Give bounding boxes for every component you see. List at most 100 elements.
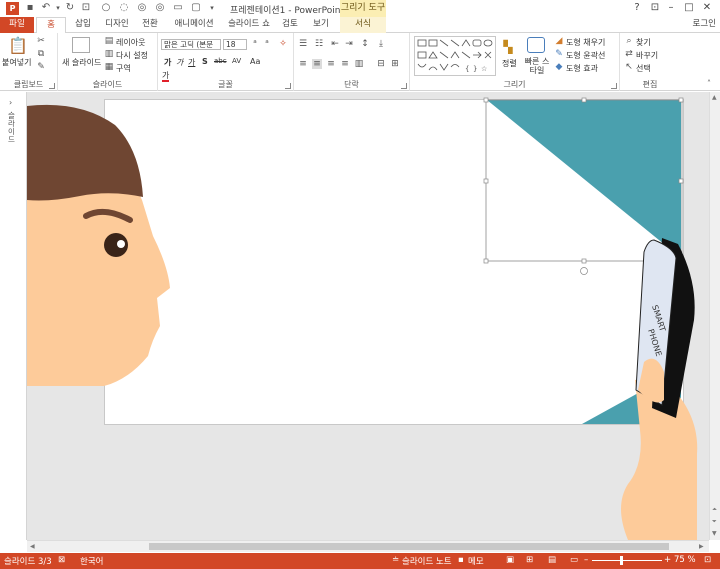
language-indicator[interactable]: 한국어 [80,555,103,567]
fit-to-window-icon[interactable]: ⊡ [704,555,711,565]
shape-outline-button[interactable]: 도형 윤곽선 [566,50,605,61]
sign-in-link[interactable]: 로그인 [693,17,716,32]
strikethrough-button[interactable]: abc [214,57,227,65]
tab-animations[interactable]: 애니메이션 [166,17,222,33]
undo-dropdown-icon[interactable]: ▾ [52,2,64,14]
align-right-icon[interactable]: ≡ [326,59,336,69]
tab-view[interactable]: 보기 [306,17,336,33]
previous-slide-icon[interactable]: ⏶ [712,506,717,514]
new-slide-button[interactable]: 새 슬라이드 [62,57,101,68]
tab-insert[interactable]: 삽입 [68,17,98,33]
scroll-left-icon[interactable]: ◀ [30,543,35,550]
find-button[interactable]: 찾기 [636,37,651,48]
zoom-in-icon[interactable]: + [664,555,671,565]
underline-button[interactable]: 가 [188,57,195,68]
quick-styles-icon[interactable] [527,37,545,53]
scroll-up-icon[interactable]: ▲ [712,94,717,101]
smartart-icon[interactable]: ⊞ [390,59,400,69]
bold-button[interactable]: 가 [164,57,171,68]
replace-icon[interactable]: ⇄ [624,49,634,59]
paste-button[interactable]: 붙여넣기 [2,57,31,68]
vertical-scrollbar[interactable]: ▲ ⏶ ⏷ ▼ [709,92,720,540]
help-icon[interactable]: ? [630,2,644,14]
collapse-ribbon-icon[interactable]: ˄ [704,79,714,89]
tab-home[interactable]: 홈 [36,17,66,34]
shape-outline-icon[interactable]: ✎ [554,49,564,59]
horizontal-scroll-thumb[interactable] [149,543,669,550]
character-spacing-button[interactable]: AV [232,57,241,65]
normal-view-icon[interactable]: ▣ [506,555,514,565]
bullets-icon[interactable]: ☰ [298,39,308,49]
arrange-icon[interactable]: ▚ [500,39,516,55]
shape-icon[interactable]: ○ [100,2,112,14]
align-left-icon[interactable]: ≡ [298,59,308,69]
horizontal-scrollbar[interactable]: ◀ ▶ [27,540,709,552]
spell-check-icon[interactable]: ⊠ [58,555,65,565]
zoom-slider[interactable] [592,560,662,561]
select-button[interactable]: 선택 [636,63,651,74]
tab-design[interactable]: 디자인 [100,17,134,33]
font-name-dropdown[interactable]: 맑은 고딕 (본문 [161,39,221,50]
comments-button[interactable]: 메모 [468,555,484,567]
shapes-icon[interactable]: ▢ [190,2,202,14]
font-size-dropdown[interactable]: 18 [223,39,247,50]
reading-view-icon[interactable]: ▤ [548,555,556,565]
layout-icon[interactable]: ▤ [104,36,114,46]
reset-button[interactable]: 다시 설정 [116,50,148,61]
ribbon-options-icon[interactable]: ⊡ [648,2,662,14]
zoom-level[interactable]: 75 % [674,555,696,565]
zoom-slider-thumb[interactable] [620,556,623,565]
columns-icon[interactable]: ▥ [354,59,364,69]
tab-slide-show[interactable]: 슬라이드 쇼 [224,17,274,33]
notes-button[interactable]: 슬라이드 노트 [402,555,452,567]
new-slide-icon[interactable] [72,37,90,53]
next-slide-icon[interactable]: ⏷ [712,518,717,526]
select-icon[interactable]: ↖ [624,62,634,72]
increase-indent-icon[interactable]: ⇥ [344,39,354,49]
slideshow-view-icon[interactable]: ▭ [570,555,578,565]
font-launcher-icon[interactable] [285,83,291,89]
decrease-indent-icon[interactable]: ⇤ [330,39,340,49]
shadow-button[interactable]: S [202,57,208,66]
find-icon[interactable]: ⌕ [624,36,634,46]
slide-editing-area[interactable] [27,92,709,540]
cut-icon[interactable]: ✂ [36,36,46,46]
shape-fill-button[interactable]: 도형 채우기 [566,37,605,48]
quick-styles-button[interactable]: 빠른 스타일 [522,57,552,75]
zoom-out-icon[interactable]: – [584,555,588,565]
section-button[interactable]: 구역 [116,63,131,74]
replace-button[interactable]: 바꾸기 [636,50,658,61]
format-painter-icon[interactable]: ✎ [36,62,46,72]
shape-effects-button[interactable]: 도형 효과 [566,63,598,74]
shape-fill-icon[interactable]: ◢ [554,36,564,46]
drawing-launcher-icon[interactable] [611,83,617,89]
redo-icon[interactable]: ↻ [64,2,76,14]
maximize-icon[interactable]: □ [682,2,696,14]
copy-icon[interactable]: ⧉ [36,49,46,59]
close-icon[interactable]: ✕ [700,2,714,14]
increase-font-icon[interactable]: ᵃ [250,39,260,49]
paste-icon[interactable]: 📋 [8,37,28,55]
section-icon[interactable]: ▦ [104,62,114,72]
layout-button[interactable]: 레이아웃 [116,37,145,48]
slide-canvas[interactable] [105,100,683,424]
minimize-icon[interactable]: – [664,2,678,14]
ungroup-icon[interactable]: ◎ [154,2,166,14]
text-direction-icon[interactable]: ⤓ [376,39,386,49]
tab-transitions[interactable]: 전환 [136,17,164,33]
clear-format-icon[interactable]: ✧ [278,39,288,49]
customize-qat-icon[interactable]: ▾ [206,2,218,14]
scroll-down-icon[interactable]: ▼ [712,530,717,537]
slide-thumbnail-pane[interactable]: › 슬라이드 [0,92,27,540]
numbering-icon[interactable]: ☷ [314,39,324,49]
align-center-icon[interactable]: ≡ [312,59,322,69]
decrease-font-icon[interactable]: ᵃ [262,39,272,49]
expand-pane-icon[interactable]: › [9,98,12,107]
scroll-right-icon[interactable]: ▶ [699,543,704,550]
start-from-beginning-icon[interactable]: ⊡ [80,2,92,14]
save-icon[interactable]: ▪ [24,2,36,14]
tab-file[interactable]: 파일 [0,17,34,33]
align-text-icon[interactable]: ⊟ [376,59,386,69]
group-icon[interactable]: ◎ [136,2,148,14]
reset-icon[interactable]: ▥ [104,49,114,59]
